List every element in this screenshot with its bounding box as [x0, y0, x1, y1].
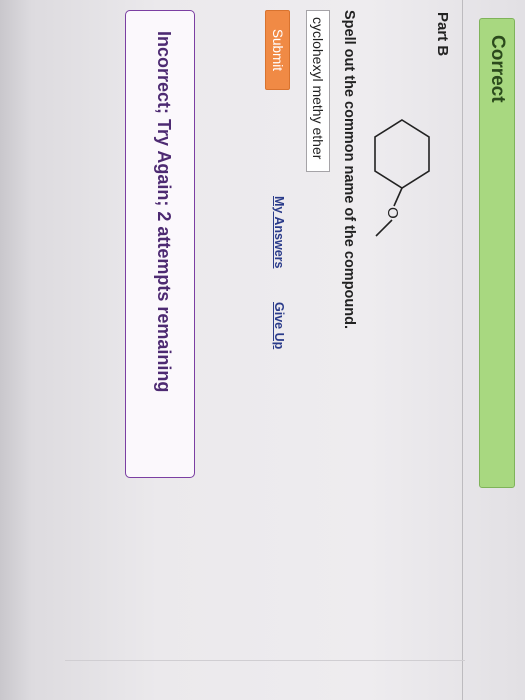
feedback-box: Incorrect; Try Again; 2 attempts remaini…	[125, 10, 195, 478]
part-title: Part B	[434, 12, 451, 57]
section-divider	[462, 0, 463, 700]
answer-input[interactable]	[306, 10, 330, 172]
submit-button[interactable]: Submit	[265, 10, 290, 90]
rotated-page: Correct Part B O Spell out the common na…	[0, 0, 525, 700]
bond-ring-oxygen	[393, 187, 403, 207]
correct-status-banner: Correct	[479, 18, 515, 488]
molecule-structure-icon: O	[374, 119, 430, 237]
my-answers-link[interactable]: My Answers	[272, 196, 286, 268]
oxygen-atom-label: O	[384, 207, 401, 219]
content-border	[65, 660, 465, 661]
bond-oxygen-methyl	[375, 219, 393, 237]
give-up-link[interactable]: Give Up	[272, 302, 286, 349]
question-prompt: Spell out the common name of the compoun…	[341, 10, 357, 330]
correct-label: Correct	[487, 35, 508, 103]
cyclohexane-ring	[374, 119, 430, 189]
feedback-message: Incorrect; Try Again; 2 attempts remaini…	[154, 31, 174, 393]
